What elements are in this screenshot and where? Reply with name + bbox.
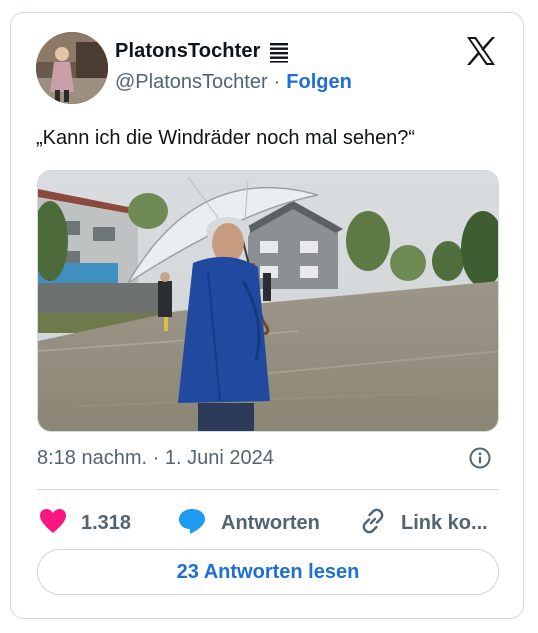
tweet-timestamp[interactable]: 8:18 nachm. · 1. Juni 2024 xyxy=(37,447,274,470)
verified-badge-icon xyxy=(269,41,289,63)
action-bar: 1.318 Antworten Link ko... xyxy=(37,505,507,541)
tweet-card: PlatonsTochter @PlatonsTochter · Folgen … xyxy=(10,12,524,619)
separator-dot: · xyxy=(273,71,281,93)
info-icon[interactable] xyxy=(469,447,491,469)
reply-bubble-icon xyxy=(177,507,207,540)
user-name-row: PlatonsTochter xyxy=(115,40,289,63)
link-icon xyxy=(359,507,387,540)
user-handle[interactable]: @PlatonsTochter xyxy=(115,71,268,94)
x-logo-icon[interactable] xyxy=(465,35,497,67)
follow-button[interactable]: Folgen xyxy=(286,71,352,94)
like-button[interactable]: 1.318 xyxy=(39,505,131,541)
read-replies-button[interactable]: 23 Antworten lesen xyxy=(37,549,499,595)
heart-icon xyxy=(39,508,67,539)
copy-link-label: Link ko... xyxy=(401,511,488,534)
avatar[interactable] xyxy=(36,32,108,104)
handle-row: @PlatonsTochter · Folgen xyxy=(115,71,352,94)
reply-button[interactable]: Antworten xyxy=(177,505,320,541)
display-name[interactable]: PlatonsTochter xyxy=(115,40,261,63)
copy-link-button[interactable]: Link ko... xyxy=(359,505,488,541)
divider xyxy=(37,489,499,490)
reply-label: Antworten xyxy=(221,511,320,534)
tweet-text: „Kann ich die Windräder noch mal sehen?“ xyxy=(36,127,416,149)
tweet-photo[interactable] xyxy=(37,170,499,432)
like-count: 1.318 xyxy=(81,511,132,534)
